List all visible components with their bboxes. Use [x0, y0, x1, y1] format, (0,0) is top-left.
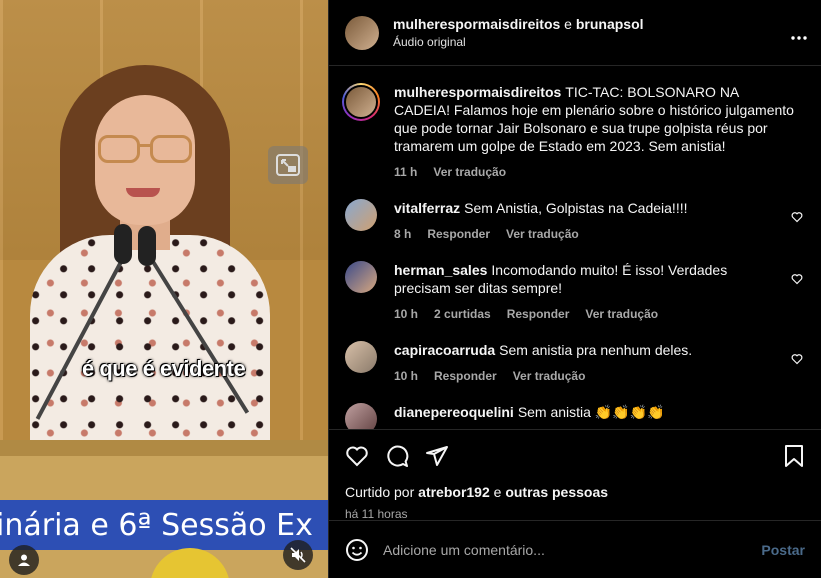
likes-connector: e [493, 484, 502, 500]
reply-button[interactable]: Responder [507, 307, 570, 321]
translate-button[interactable]: Ver tradução [506, 227, 579, 241]
microphone-left [114, 224, 132, 264]
session-banner: inária e 6ª Sessão Ex [0, 500, 328, 550]
comment-input[interactable] [383, 541, 762, 558]
post-actions: Curtido por atrebor192 e outras pessoas … [329, 429, 821, 521]
save-icon[interactable] [783, 444, 805, 468]
speaker-glasses [98, 135, 194, 165]
banner-text: inária e 6ª Sessão Ex [0, 508, 313, 543]
video-player[interactable]: inária e 6ª Sessão Ex é que é evidente [0, 0, 328, 578]
reply-button[interactable]: Responder [427, 227, 490, 241]
translate-button[interactable]: Ver tradução [585, 307, 658, 321]
comment-heart-icon[interactable] [791, 273, 803, 285]
speaker-dress [30, 235, 270, 465]
comment-icon[interactable] [385, 444, 409, 468]
comment-item: vitalferraz Sem Anistia, Golpistas na Cad… [345, 199, 805, 243]
post-caption: mulherespormaisdireitos TIC-TAC: BOLSONAR… [342, 83, 805, 181]
comment-item: capiracoarruda Sem anistia pra nenhum del… [345, 341, 805, 385]
comment-text: Sem anistia pra nenhum deles. [499, 342, 693, 358]
comment-heart-icon[interactable] [791, 353, 803, 365]
comment-avatar[interactable] [345, 199, 377, 231]
comment-time[interactable]: 8 h [394, 227, 411, 241]
profile-icon[interactable] [9, 545, 39, 575]
header-accounts: mulherespormaisdireitos e brunapsol [393, 16, 644, 32]
share-icon[interactable] [425, 444, 449, 468]
comment-username[interactable]: herman_sales [394, 262, 487, 278]
comment-avatar[interactable] [345, 341, 377, 373]
comment-username[interactable]: capiracoarruda [394, 342, 495, 358]
emoji-icon[interactable] [345, 538, 369, 562]
likes-summary: Curtido por atrebor192 e outras pessoas [345, 484, 805, 500]
account-link-1[interactable]: mulherespormaisdireitos [393, 16, 560, 32]
heart-icon[interactable] [345, 444, 369, 468]
post-modal: inária e 6ª Sessão Ex é que é evidente m… [0, 0, 821, 578]
caption-avatar[interactable] [342, 83, 380, 121]
comment-item: dianepereoquelini Sem anistia 👏👏👏👏 [345, 403, 805, 429]
comment-text: Sem anistia 👏👏👏👏 [517, 404, 665, 420]
mute-icon[interactable] [283, 540, 313, 570]
comment-text: Sem Anistia, Golpistas na Cadeia!!!! [464, 200, 688, 216]
likes-user[interactable]: atrebor192 [418, 484, 490, 500]
comment-avatar[interactable] [345, 261, 377, 293]
post-comment-button[interactable]: Postar [761, 542, 805, 558]
video-caption: é que é evidente [82, 356, 246, 381]
comment-time[interactable]: 10 h [394, 307, 418, 321]
caption-time[interactable]: 11 h [394, 165, 417, 179]
header-avatar[interactable] [345, 15, 379, 50]
caption-username[interactable]: mulherespormaisdireitos [394, 84, 561, 100]
caption-translate[interactable]: Ver tradução [433, 165, 506, 179]
comments-list[interactable]: mulherespormaisdireitos TIC-TAC: BOLSONAR… [329, 67, 821, 429]
speaker-mouth [126, 188, 160, 197]
comment-username[interactable]: dianepereoquelini [394, 404, 514, 420]
comment-username[interactable]: vitalferraz [394, 200, 460, 216]
account-link-2[interactable]: brunapsol [576, 16, 644, 32]
translate-button[interactable]: Ver tradução [513, 369, 586, 383]
comment-heart-icon[interactable] [791, 211, 803, 223]
comment-avatar[interactable] [345, 403, 377, 429]
accounts-connector: e [564, 16, 572, 32]
comment-time[interactable]: 10 h [394, 369, 418, 383]
audio-link[interactable]: Áudio original [393, 35, 644, 49]
microphone-right [138, 226, 156, 266]
add-comment-bar: Postar [329, 520, 821, 578]
more-icon[interactable] [791, 24, 807, 45]
comment-likes[interactable]: 2 curtidas [434, 307, 491, 321]
comment-item: herman_sales Incomodando muito! É isso! V… [345, 261, 805, 323]
post-header: mulherespormaisdireitos e brunapsol Áudi… [329, 0, 821, 66]
likes-prefix: Curtido por [345, 484, 415, 500]
post-side-panel: mulherespormaisdireitos e brunapsol Áudi… [328, 0, 821, 578]
reply-button[interactable]: Responder [434, 369, 497, 383]
expand-icon[interactable] [268, 146, 308, 184]
likes-others[interactable]: outras pessoas [505, 484, 608, 500]
post-timestamp[interactable]: há 11 horas [345, 507, 805, 521]
